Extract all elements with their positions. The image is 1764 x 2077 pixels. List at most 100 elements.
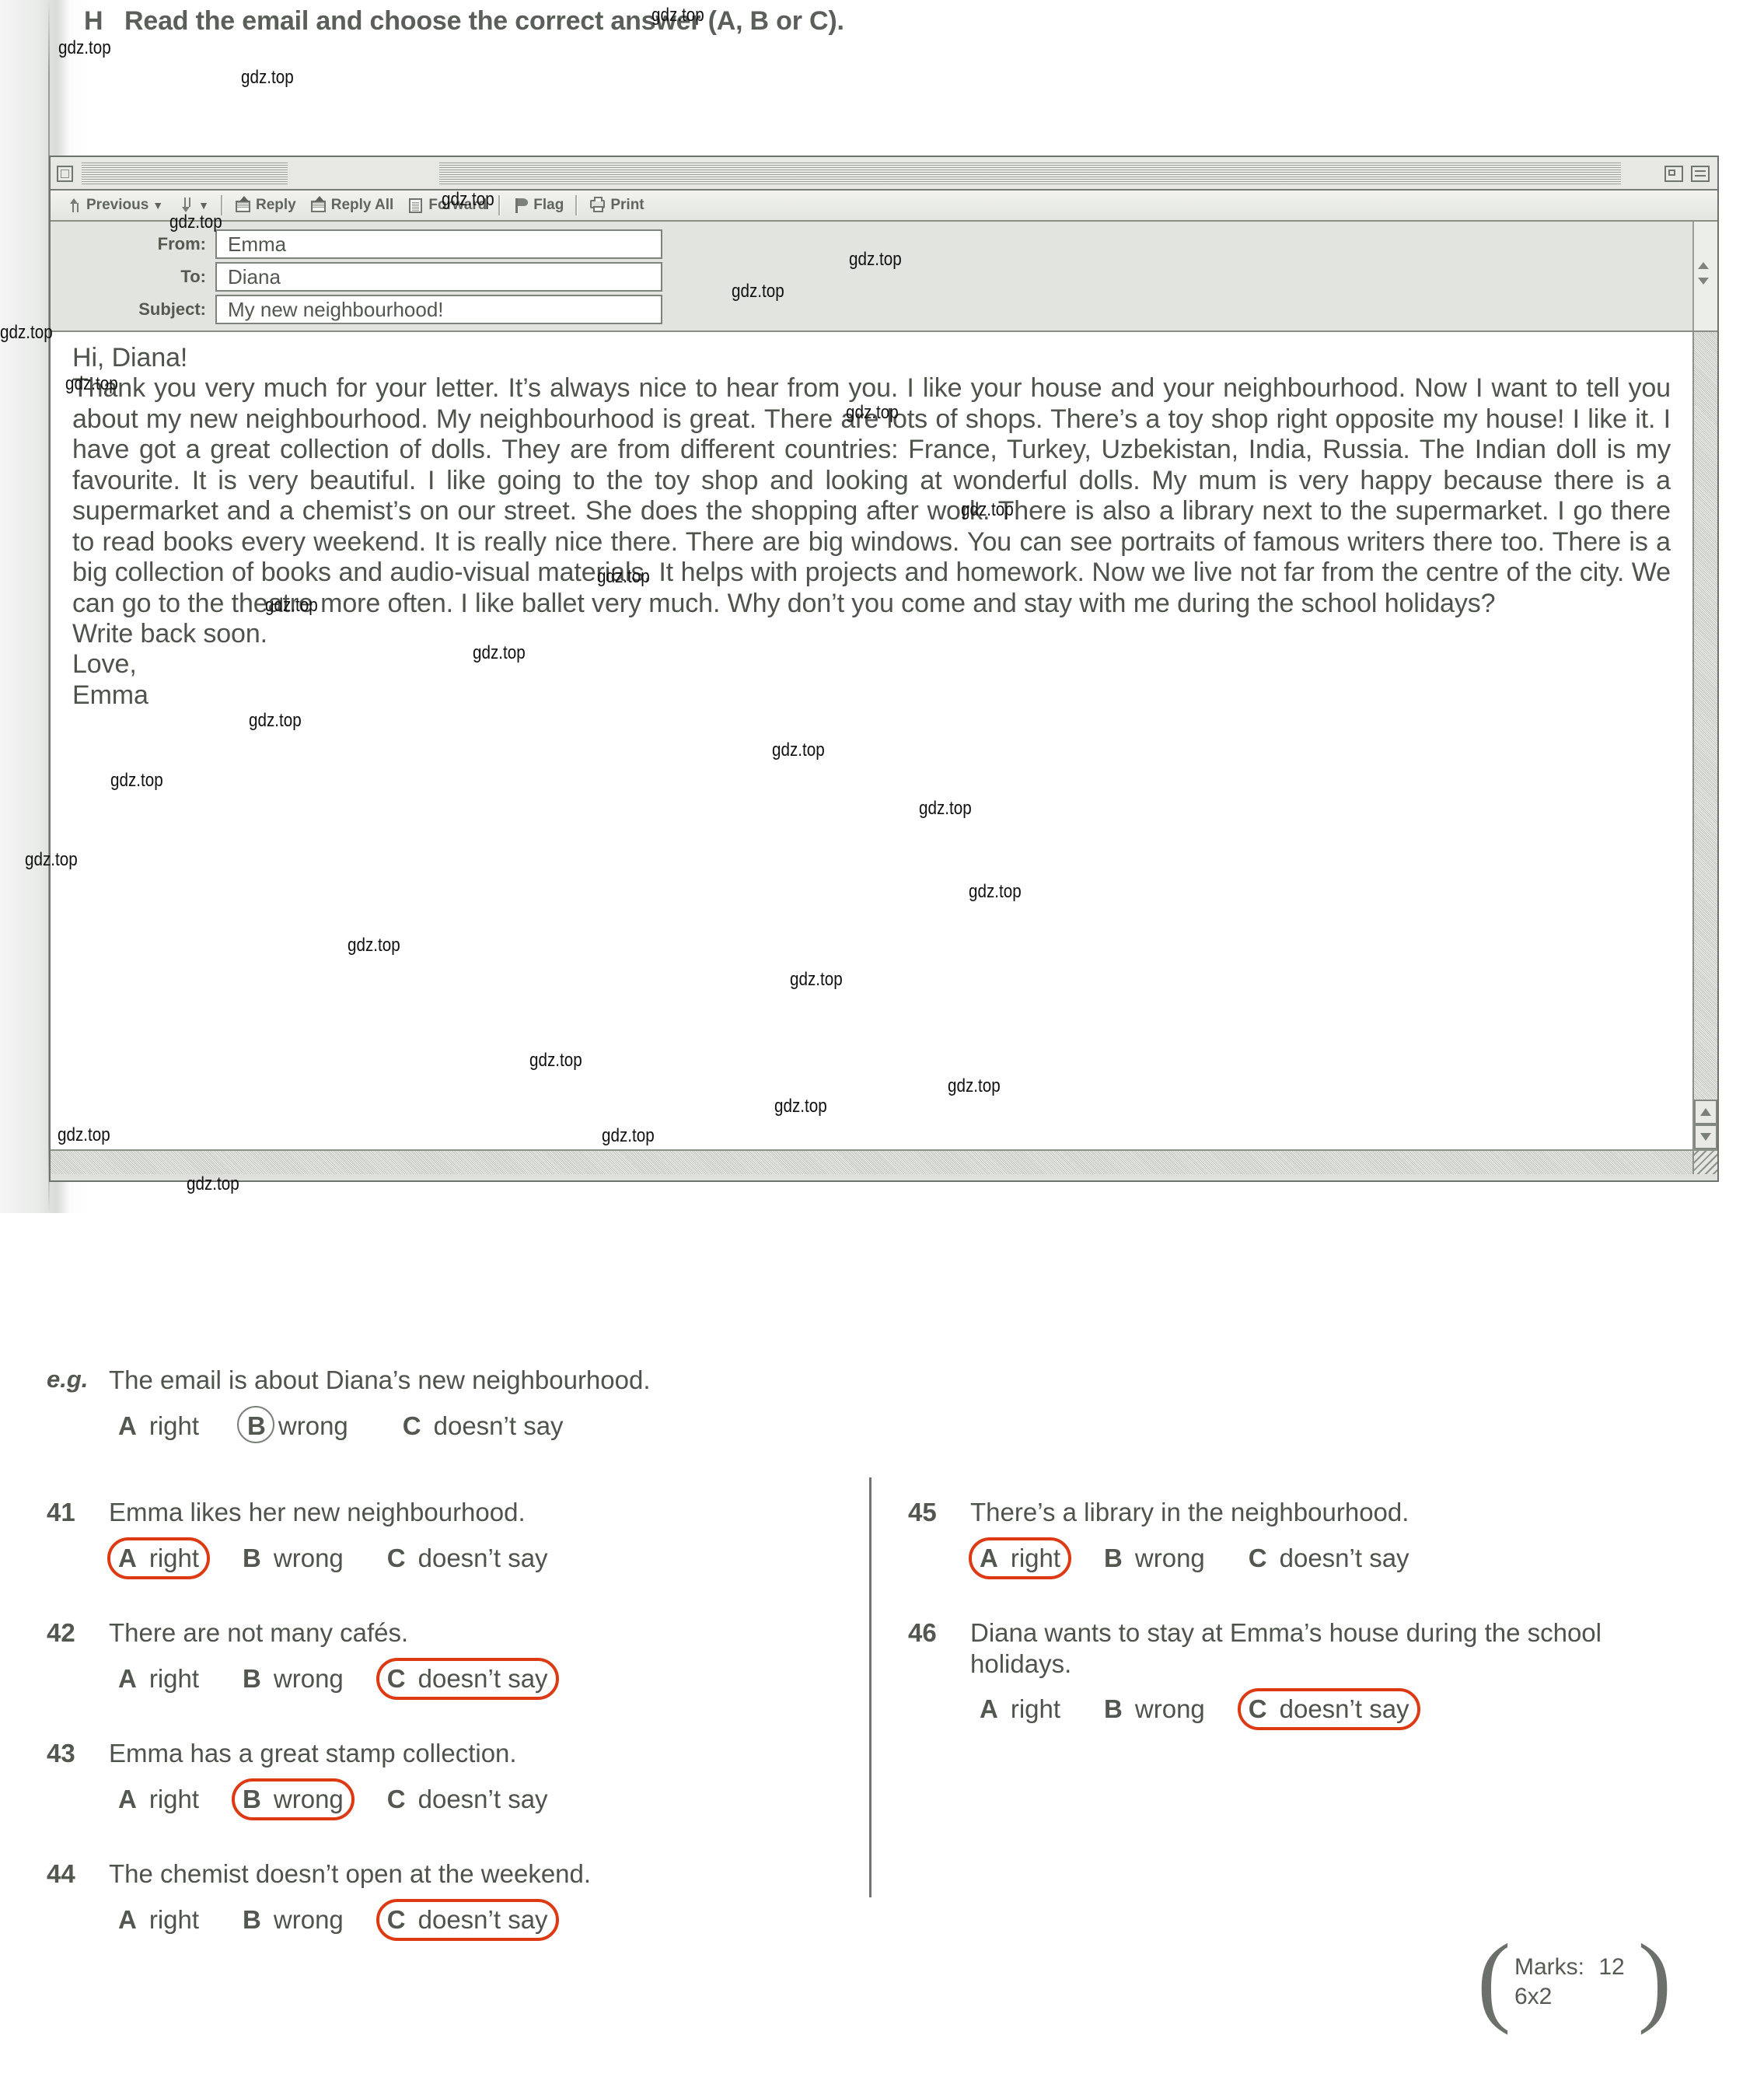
watermark-1: gdz.top — [241, 67, 294, 88]
email-greeting: Hi, Diana! — [72, 343, 188, 372]
zoom-box-icon[interactable] — [1664, 166, 1683, 182]
marks-label: Marks: — [1514, 1954, 1584, 1980]
reply-all-icon — [310, 196, 327, 214]
question-number: 41 — [47, 1498, 75, 1526]
option-label: doesn’t say — [417, 1663, 548, 1693]
toolbar-separator-3 — [575, 195, 578, 215]
option-a[interactable]: A right — [109, 1780, 208, 1819]
question-text: Diana wants to stay at Emma’s house duri… — [970, 1618, 1602, 1678]
previous-label: Previous — [86, 197, 149, 213]
option-label: wrong — [273, 1784, 344, 1813]
option-group: A right B wrong C doesn’t say — [107, 1537, 840, 1579]
flag-label: Flag — [533, 197, 564, 213]
flag-button[interactable]: Flag — [505, 197, 571, 214]
option-b[interactable]: B wrong — [1095, 1690, 1214, 1729]
option-b[interactable]: B wrong — [233, 1900, 353, 1939]
title-stripes-mid — [439, 163, 1621, 184]
scroll-down-button[interactable] — [1694, 1124, 1717, 1149]
option-letter: A — [118, 1543, 137, 1572]
option-label: right — [1010, 1694, 1061, 1724]
option-b[interactable]: B wrong — [233, 1659, 353, 1698]
option-letter: B — [243, 1663, 261, 1693]
scroll-up-button[interactable] — [1694, 1100, 1717, 1124]
question-43: 43 Emma has a great stamp collection. A … — [47, 1738, 840, 1820]
option-c[interactable]: C doesn’t say — [378, 1539, 557, 1578]
option-a[interactable]: A right — [109, 1407, 208, 1446]
option-c[interactable]: C doesn’t say — [376, 1898, 559, 1941]
paren-right: ) — [1637, 1924, 1671, 2036]
marks-fraction: 12 — [1588, 1954, 1636, 1981]
option-label: doesn’t say — [417, 1784, 548, 1813]
question-text: The email is about Diana’s new neighbour… — [109, 1365, 651, 1394]
option-b[interactable]: B wrong — [233, 1539, 353, 1578]
next-button[interactable]: ▼ — [170, 197, 216, 214]
option-label: right — [148, 1904, 200, 1934]
to-field[interactable]: Diana — [215, 262, 662, 292]
option-a[interactable]: A right — [107, 1537, 211, 1579]
forward-icon — [407, 197, 424, 214]
vertical-scroll-track[interactable] — [1694, 332, 1717, 1100]
option-a[interactable]: A right — [109, 1659, 208, 1698]
question-number: 46 — [908, 1618, 937, 1647]
option-a[interactable]: A right — [109, 1900, 208, 1939]
option-letter: A — [118, 1904, 137, 1934]
option-label: wrong — [273, 1543, 344, 1572]
arrow-down-icon-header[interactable] — [1698, 278, 1709, 285]
option-c[interactable]: C doesn’t say — [393, 1407, 573, 1446]
reply-button[interactable]: Reply — [228, 196, 303, 214]
option-letter: C — [386, 1663, 406, 1693]
toolbar-separator-2 — [498, 195, 501, 215]
marks-total: 12 — [1598, 1954, 1625, 1980]
question-46: 46 Diana wants to stay at Emma’s house d… — [908, 1617, 1647, 1731]
email-sender-name: Emma — [72, 680, 148, 710]
question-number: 43 — [47, 1739, 75, 1768]
option-label: doesn’t say — [1279, 1694, 1409, 1724]
window-title-bar[interactable] — [51, 157, 1717, 191]
exercise-heading: H Read the email and choose the correct a… — [84, 6, 1095, 37]
option-c[interactable]: C doesn’t say — [378, 1780, 557, 1819]
option-b[interactable]: B wrong — [232, 1778, 355, 1820]
subject-label: Subject: — [138, 299, 206, 319]
option-label: doesn’t say — [417, 1543, 548, 1572]
option-label: wrong — [273, 1663, 344, 1693]
print-button[interactable]: Print — [582, 197, 651, 214]
arrow-up-icon-header[interactable] — [1698, 262, 1709, 269]
email-body-area: Hi, Diana! Thank you very much for your … — [51, 332, 1717, 1174]
option-b[interactable]: B wrong — [237, 1405, 358, 1446]
option-group: A right B wrong C doesn’t say — [109, 1778, 840, 1820]
forward-button[interactable]: Forward — [400, 197, 494, 214]
print-label: Print — [610, 197, 644, 213]
resize-grip-icon[interactable] — [1692, 1149, 1717, 1174]
option-letter: B — [243, 1543, 261, 1572]
previous-button[interactable]: Previous ▼ — [58, 197, 170, 214]
email-header-fields: From: Emma To: Diana Subject: My new nei… — [51, 222, 1717, 332]
header-scroll-arrows[interactable] — [1692, 222, 1717, 330]
option-c[interactable]: C doesn’t say — [1237, 1688, 1420, 1731]
question-example: e.g. The email is about Diana’s new neig… — [47, 1365, 840, 1446]
option-group: A right B wrong C doesn’t say — [970, 1688, 1647, 1731]
option-c[interactable]: C doesn’t say — [1239, 1539, 1419, 1578]
collapse-box-icon[interactable] — [1691, 166, 1710, 182]
option-a[interactable]: A right — [968, 1537, 1072, 1579]
option-label: doesn’t say — [1279, 1543, 1409, 1572]
option-letter: A — [118, 1784, 137, 1813]
option-c[interactable]: C doesn’t say — [376, 1657, 559, 1700]
reply-all-label: Reply All — [330, 197, 394, 213]
reply-all-button[interactable]: Reply All — [303, 196, 401, 214]
option-b[interactable]: B wrong — [1095, 1539, 1214, 1578]
subject-field[interactable]: My new neighbourhood! — [215, 295, 662, 324]
marks-box: ( ) Marks: 12 6x2 — [1477, 1924, 1671, 2044]
option-label: right — [1010, 1543, 1061, 1572]
option-label: right — [148, 1543, 200, 1572]
horizontal-scrollbar[interactable] — [51, 1149, 1692, 1174]
question-text: There’s a library in the neighbourhood. — [970, 1498, 1409, 1526]
from-field[interactable]: Emma — [215, 229, 662, 259]
close-box-icon[interactable] — [57, 166, 73, 182]
email-window: Previous ▼ ▼ Reply Reply All Forward Fla… — [49, 156, 1719, 1182]
vertical-scrollbar[interactable] — [1692, 332, 1717, 1149]
option-a[interactable]: A right — [970, 1690, 1070, 1729]
option-letter: C — [1248, 1694, 1267, 1724]
printer-icon — [589, 197, 606, 214]
question-41: 41 Emma likes her new neighbourhood. A r… — [47, 1497, 840, 1579]
option-label: wrong — [1134, 1543, 1205, 1572]
